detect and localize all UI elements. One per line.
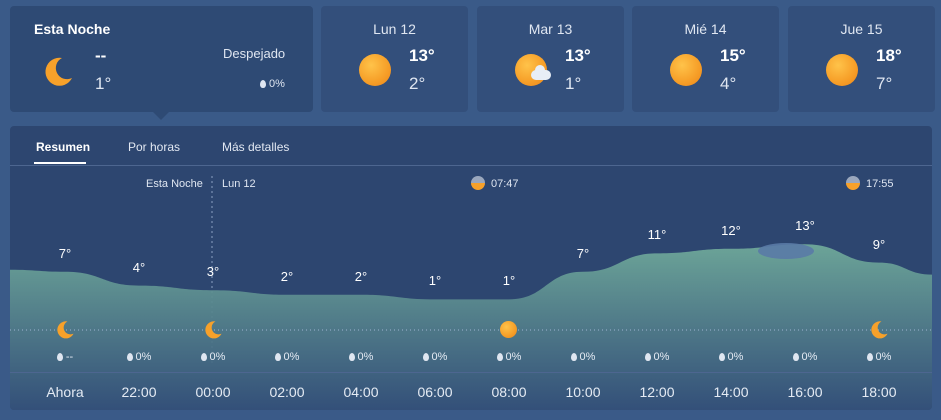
drop-icon [718,353,725,361]
day-high: 18° [876,46,902,65]
sun-icon [670,54,702,86]
moon-icon [205,321,222,339]
day-card-jue[interactable]: Jue 15 18° 7° [788,6,935,112]
precip-value: 0% [780,351,830,363]
day-name: Lun 12 [373,21,416,37]
day-name: Mié 14 [684,21,727,37]
precip-value: 0% [632,351,682,363]
drop-icon [200,353,207,361]
sun-icon [359,54,391,86]
temp-label: 4° [132,259,146,275]
temp-label: 2° [280,268,294,284]
drop-icon [348,353,355,361]
tonight-condition: Despejado [223,46,286,61]
hour-label[interactable]: 12:00 [627,384,687,400]
precip-value: 0% [188,351,238,363]
drop-icon [866,353,873,361]
tonight-high: -- [95,46,107,65]
precip-value: -- [40,351,90,363]
temp-label: 7° [576,245,590,261]
temp-label: 9° [872,236,886,252]
drop-icon [422,353,429,361]
tonight-title: Esta Noche [34,21,111,37]
temp-label: 3° [206,264,220,280]
day-low: 2° [409,74,426,93]
day-card-mar[interactable]: Mar 13 13° 1° [477,6,624,112]
hour-label[interactable]: 08:00 [479,384,539,400]
day-name: Mar 13 [528,21,573,37]
temp-label: 1° [428,273,442,289]
temp-label: 7° [58,245,72,261]
hour-label[interactable]: Ahora [35,384,95,400]
tonight-precip: 0% [260,78,285,90]
sun-icon [826,54,858,86]
day-high: 15° [720,46,746,65]
hour-label[interactable]: 02:00 [257,384,317,400]
sun-icon [500,321,517,338]
hours-divider [10,372,932,373]
hour-label[interactable]: 04:00 [331,384,391,400]
day-high: 13° [409,46,435,65]
drop-icon [496,353,503,361]
precip-value: 0% [484,351,534,363]
moon-icon [45,57,72,86]
drop-icon [260,80,266,88]
cloud-shape [758,243,814,259]
drop-icon [792,353,799,361]
selected-pointer [153,112,169,120]
tonight-low: 1° [95,74,112,93]
day-low: 4° [720,74,737,93]
drop-icon [56,353,63,361]
hour-label[interactable]: 16:00 [775,384,835,400]
temp-label: 2° [354,268,368,284]
tonight-card[interactable]: Esta Noche -- 1° Despejado 0% [10,6,313,112]
drop-icon [274,353,281,361]
hour-label[interactable]: 22:00 [109,384,169,400]
day-low: 1° [565,74,582,93]
temp-label: 1° [502,273,516,289]
sun-cloud-icon [515,54,555,90]
drop-icon [570,353,577,361]
forecast-panel: Resumen Por horas Más detalles Esta Noch… [10,126,932,410]
hour-label[interactable]: 10:00 [553,384,613,400]
moon-icon [57,321,74,339]
precip-value: 0% [854,351,904,363]
day-high: 13° [565,46,591,65]
drop-icon [644,353,651,361]
day-name: Jue 15 [840,21,883,37]
moon-icon [871,321,888,339]
temp-label: 13° [795,218,815,234]
precip-value: 0% [706,351,756,363]
precip-value: 0% [114,351,164,363]
precip-value: 0% [336,351,386,363]
hour-label[interactable]: 06:00 [405,384,465,400]
temp-label: 12° [721,222,741,238]
hour-label[interactable]: 00:00 [183,384,243,400]
precip-value: 0% [410,351,460,363]
precip-value: 0% [558,351,608,363]
precip-value: 0% [262,351,312,363]
day-card-lun[interactable]: Lun 12 13° 2° [321,6,468,112]
day-card-mie[interactable]: Mié 14 15° 4° [632,6,779,112]
hour-label[interactable]: 14:00 [701,384,761,400]
hour-label[interactable]: 18:00 [849,384,909,400]
temp-label: 11° [647,227,667,243]
day-low: 7° [876,74,893,93]
drop-icon [126,353,133,361]
